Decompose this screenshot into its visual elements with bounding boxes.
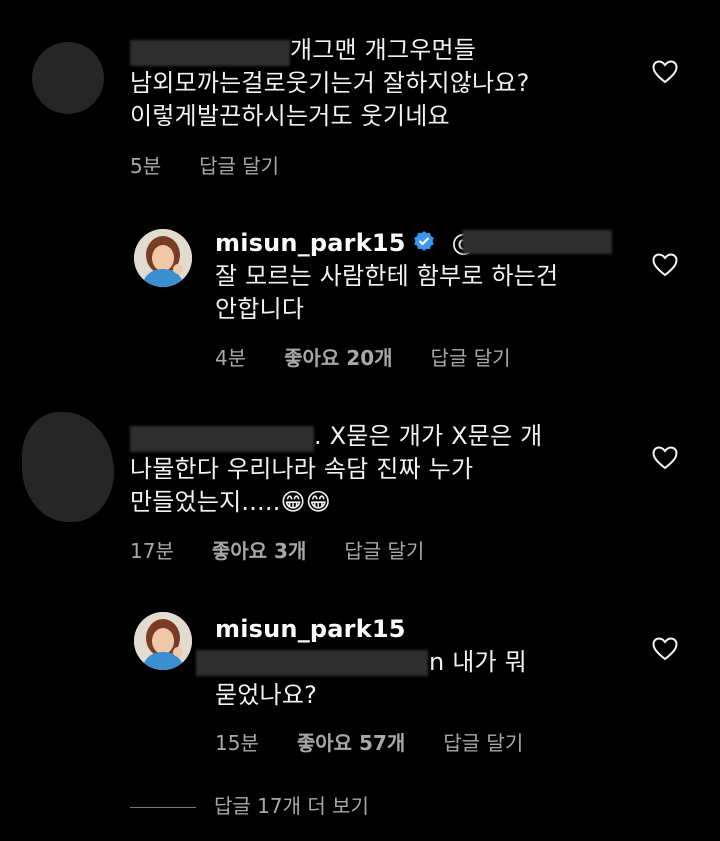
reply-button[interactable]: 답글 달기 xyxy=(199,154,279,178)
comment-1: 개그맨 개그우먼들 남외모까는걸로웃기는거 잘하지않나요? 이렇게발끈하시는거도… xyxy=(0,0,720,190)
comment-meta: 4분 좋아요 20개 답글 달기 xyxy=(215,342,549,371)
reply-button[interactable]: 답글 달기 xyxy=(443,731,523,755)
comment-time: 15분 xyxy=(215,731,259,755)
avatar[interactable] xyxy=(134,229,192,287)
username[interactable]: misun_park15 xyxy=(215,615,406,643)
comment-text: . X묻은 개가 X문은 개 나물한다 우리나라 속담 진짜 누가 만들었는지.… xyxy=(130,422,543,516)
heart-outline-icon[interactable] xyxy=(652,637,678,661)
likes-count[interactable]: 좋아요 57개 xyxy=(297,731,405,755)
heart-outline-icon[interactable] xyxy=(652,253,678,277)
comment-meta: 5분 답글 달기 xyxy=(130,150,317,179)
likes-count[interactable]: 좋아요 20개 xyxy=(284,346,392,370)
grinning-emoji: 😁😁 xyxy=(280,488,331,516)
redacted-mention xyxy=(196,650,428,676)
view-more-label[interactable]: 답글 17개 더 보기 xyxy=(214,794,369,818)
verified-badge-icon xyxy=(413,231,434,251)
comment-meta: 17분 좋아요 3개 답글 달기 xyxy=(130,535,462,564)
comment-time: 17분 xyxy=(130,539,174,563)
username[interactable]: misun_park15 xyxy=(215,229,406,257)
comment-time: 4분 xyxy=(215,346,247,370)
avatar[interactable] xyxy=(134,612,192,670)
avatar[interactable] xyxy=(32,42,104,114)
likes-count[interactable]: 좋아요 3개 xyxy=(212,539,306,563)
reply-button[interactable]: 답글 달기 xyxy=(431,346,511,370)
heart-outline-icon[interactable] xyxy=(652,446,678,470)
comment-meta: 15분 좋아요 57개 답글 달기 xyxy=(215,727,561,756)
view-more-replies[interactable]: 답글 17개 더 보기 xyxy=(130,790,369,819)
reply-button[interactable]: 답글 달기 xyxy=(344,539,424,563)
heart-outline-icon[interactable] xyxy=(652,60,678,84)
comment-text: 개그맨 개그우먼들 남외모까는걸로웃기는거 잘하지않나요? 이렇게발끈하시는거도… xyxy=(130,36,530,130)
divider-line xyxy=(130,807,196,808)
redacted-mention xyxy=(462,230,612,254)
avatar[interactable] xyxy=(22,412,114,522)
comment-time: 5분 xyxy=(130,154,162,178)
